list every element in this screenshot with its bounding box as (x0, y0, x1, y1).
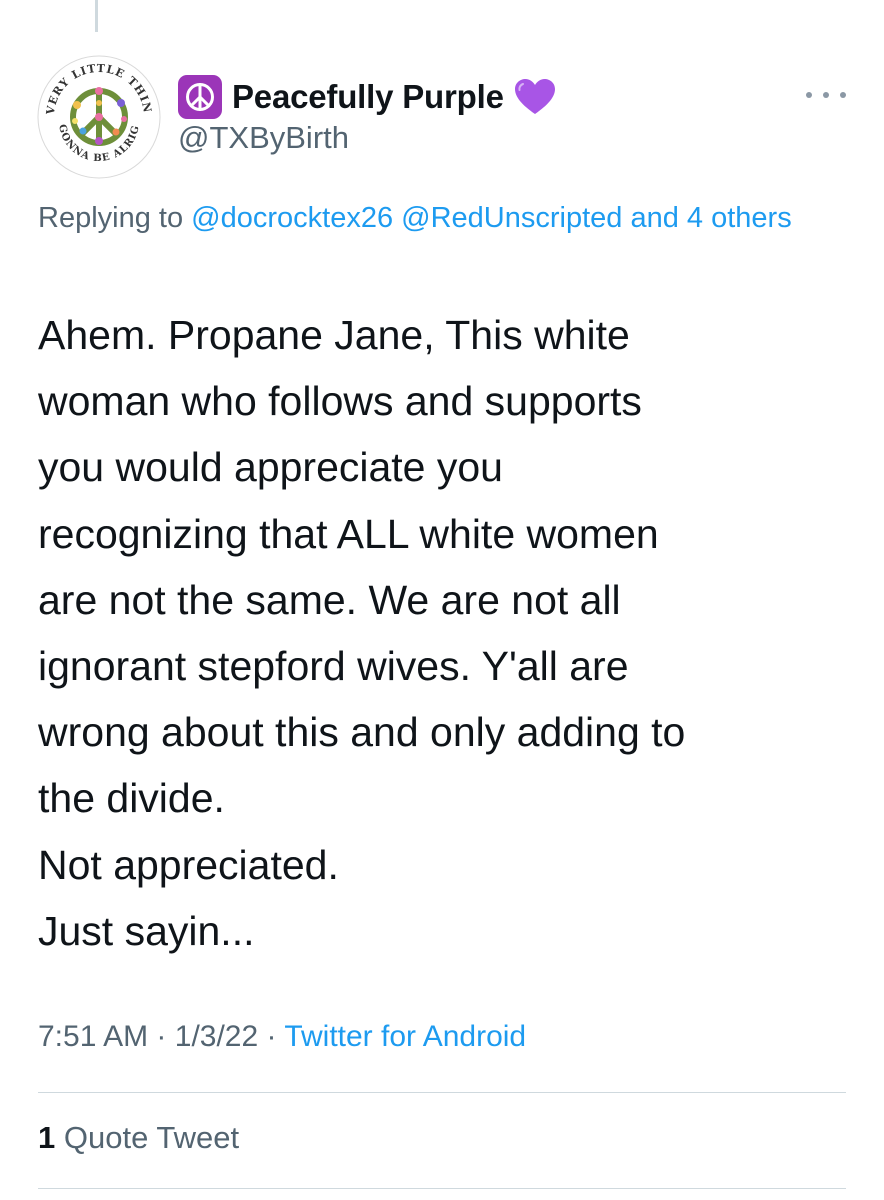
divider (38, 1092, 846, 1093)
thread-connector-line (95, 0, 98, 32)
quote-count: 1 (38, 1120, 56, 1155)
peace-symbol-icon (178, 75, 222, 119)
quote-label: Quote Tweet (63, 1120, 240, 1155)
more-options-icon[interactable] (806, 80, 846, 110)
divider (38, 1188, 846, 1189)
mention-link[interactable]: @docrocktex26 (191, 202, 393, 234)
replying-prefix: Replying to (38, 202, 184, 234)
quote-tweets-stat[interactable]: 1 Quote Tweet (38, 1120, 239, 1156)
others-link[interactable]: and 4 others (630, 202, 791, 234)
purple-heart-icon (514, 78, 556, 116)
avatar[interactable]: EVERY LITTLE THING IS GONNA BE ALRIGHT (37, 55, 161, 179)
author-name-row[interactable]: Peacefully Purple (178, 75, 556, 119)
replying-to-line: Replying to @docrocktex26 @RedUnscripted… (38, 193, 848, 244)
author-handle[interactable]: @TXByBirth (178, 120, 349, 156)
tweet-time[interactable]: 7:51 AM (38, 1020, 148, 1053)
tweet-source-link[interactable]: Twitter for Android (284, 1020, 526, 1053)
display-name: Peacefully Purple (232, 78, 504, 115)
mention-link[interactable]: @RedUnscripted (401, 202, 622, 234)
tweet-metadata: 7:51 AM · 1/3/22 · Twitter for Android (38, 1020, 526, 1054)
tweet-date[interactable]: 1/3/22 (175, 1020, 258, 1053)
meta-separator: · (156, 1020, 167, 1053)
peace-avatar-image: EVERY LITTLE THING IS GONNA BE ALRIGHT (37, 55, 161, 179)
meta-separator: · (266, 1020, 277, 1053)
tweet-text: Ahem. Propane Jane, This white woman who… (38, 312, 686, 954)
